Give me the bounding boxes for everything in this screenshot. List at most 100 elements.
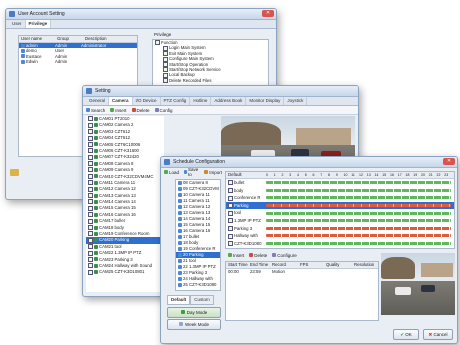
- tab-user[interactable]: User: [9, 20, 26, 28]
- ok-button[interactable]: ✔ OK: [393, 329, 419, 340]
- table-row[interactable]: 00:00 23:59 Motion: [226, 269, 378, 274]
- checkbox[interactable]: [88, 116, 93, 122]
- checkbox[interactable]: [88, 129, 93, 135]
- cancel-button[interactable]: ✖ Cancel: [423, 329, 453, 340]
- checkbox[interactable]: [228, 218, 233, 224]
- load-button[interactable]: Load: [164, 170, 179, 175]
- schedule-row[interactable]: Parking: [226, 201, 454, 210]
- detail-configure-button[interactable]: Configure: [272, 253, 297, 258]
- detail-insert-button[interactable]: Insert: [228, 253, 244, 258]
- checkbox[interactable]: [88, 148, 93, 154]
- col-start-time[interactable]: Start Time: [226, 262, 248, 268]
- week-mode-button[interactable]: Week Mode: [167, 319, 221, 330]
- schedule-bar[interactable]: [266, 242, 451, 246]
- checkbox[interactable]: [88, 237, 93, 243]
- save-to-button[interactable]: Save to: [184, 167, 199, 177]
- checkbox[interactable]: [88, 263, 93, 269]
- checkbox[interactable]: [228, 187, 233, 193]
- tree-item[interactable]: Delete Recorded Files: [153, 78, 268, 84]
- checkbox[interactable]: [88, 225, 93, 230]
- col-group[interactable]: Group: [55, 36, 83, 42]
- checkbox[interactable]: [88, 212, 93, 218]
- checkbox[interactable]: [88, 193, 93, 199]
- list-item[interactable]: 25 CZT-K3D1080: [176, 282, 220, 288]
- tab-privilege[interactable]: Privilege: [25, 20, 52, 28]
- import-button[interactable]: Import: [204, 170, 222, 175]
- tab-custom[interactable]: Custom: [190, 295, 214, 305]
- checkbox[interactable]: [88, 231, 93, 237]
- checkbox[interactable]: [88, 199, 93, 205]
- table-row[interactable]: Edwin Admin: [19, 59, 137, 64]
- schedule-bar[interactable]: [266, 181, 451, 185]
- tab-i-o-device[interactable]: I/O Device: [133, 97, 161, 105]
- schedule-bar[interactable]: [266, 219, 451, 223]
- col-description[interactable]: Description: [83, 36, 107, 42]
- col-resolution[interactable]: Resolution: [352, 262, 374, 268]
- checkbox[interactable]: [228, 195, 233, 201]
- schedule-bar[interactable]: [266, 234, 451, 238]
- checkbox[interactable]: [88, 167, 93, 173]
- close-icon[interactable]: ✕: [443, 158, 455, 165]
- col-user-name[interactable]: User name: [19, 36, 55, 42]
- tab-address-book[interactable]: Address Book: [211, 97, 247, 105]
- config-label: Config: [159, 107, 173, 113]
- insert-button[interactable]: Insert: [110, 108, 127, 113]
- checkbox[interactable]: [88, 161, 93, 167]
- col-record[interactable]: Record: [270, 262, 298, 268]
- config-button[interactable]: Config: [154, 107, 173, 113]
- list-item[interactable]: CAM25 CZT-K3D10801: [86, 269, 164, 275]
- checkbox[interactable]: [228, 233, 233, 239]
- schedule-bar[interactable]: [266, 211, 451, 215]
- detail-delete-button[interactable]: Delete: [249, 253, 267, 258]
- day-mode-button[interactable]: Day Mode: [167, 307, 221, 318]
- checkbox[interactable]: [88, 180, 93, 186]
- user-add-icon[interactable]: [10, 169, 19, 176]
- col-fps[interactable]: FPS: [298, 262, 324, 268]
- checkbox[interactable]: [88, 244, 93, 250]
- schedule-row[interactable]: Conference R: [226, 194, 454, 202]
- schedule-bar[interactable]: [266, 226, 451, 230]
- schedule-titlebar[interactable]: Schedule Configuration ✕: [161, 157, 457, 168]
- search-button[interactable]: Search: [86, 108, 105, 113]
- schedule-row[interactable]: body: [226, 187, 454, 195]
- schedule-bar[interactable]: [266, 196, 451, 200]
- close-icon[interactable]: ✕: [262, 10, 274, 17]
- user-account-titlebar[interactable]: User Account Setting ✕: [6, 9, 276, 20]
- checkbox[interactable]: [228, 203, 233, 209]
- checkbox[interactable]: [88, 141, 93, 147]
- checkbox[interactable]: [88, 218, 93, 224]
- checkbox[interactable]: [228, 225, 233, 231]
- checkbox[interactable]: [88, 154, 93, 160]
- checkbox[interactable]: [88, 186, 93, 192]
- schedule-row[interactable]: 1.3MP IP PTZ: [226, 217, 454, 225]
- schedule-bar[interactable]: [266, 204, 451, 208]
- checkbox[interactable]: [88, 269, 93, 275]
- checkbox[interactable]: [88, 250, 93, 256]
- tab-camera[interactable]: Camera: [109, 97, 133, 105]
- schedule-row[interactable]: tool: [226, 209, 454, 217]
- tab-joystick[interactable]: Joystick: [284, 97, 308, 105]
- checkbox[interactable]: [88, 122, 93, 128]
- checkbox[interactable]: [163, 78, 168, 84]
- tab-hotline[interactable]: Hotline: [190, 97, 212, 105]
- schedule-row[interactable]: CZT-K3D1080: [226, 240, 454, 248]
- col-quality[interactable]: Quality: [324, 262, 352, 268]
- schedule-row[interactable]: bullet: [226, 179, 454, 187]
- schedule-row[interactable]: Parking 3: [226, 225, 454, 233]
- checkbox[interactable]: [88, 205, 93, 211]
- checkbox[interactable]: [228, 210, 233, 216]
- delete-button[interactable]: Delete: [131, 108, 150, 113]
- checkbox[interactable]: [228, 241, 233, 247]
- checkbox[interactable]: [88, 135, 93, 141]
- tab-general[interactable]: General: [86, 97, 110, 105]
- checkbox[interactable]: [88, 173, 93, 179]
- checkbox[interactable]: [88, 256, 93, 262]
- tab-ptz-config[interactable]: PTZ Config: [161, 97, 191, 105]
- checkbox[interactable]: [228, 180, 233, 186]
- tab-monitor-display[interactable]: Monitor Display: [246, 97, 285, 105]
- schedule-row[interactable]: Hallway with: [226, 232, 454, 240]
- setting-titlebar[interactable]: Setting: [83, 86, 358, 97]
- schedule-bar[interactable]: [266, 188, 451, 192]
- tab-default[interactable]: Default: [167, 295, 191, 305]
- col-end-time[interactable]: End Time: [248, 262, 270, 268]
